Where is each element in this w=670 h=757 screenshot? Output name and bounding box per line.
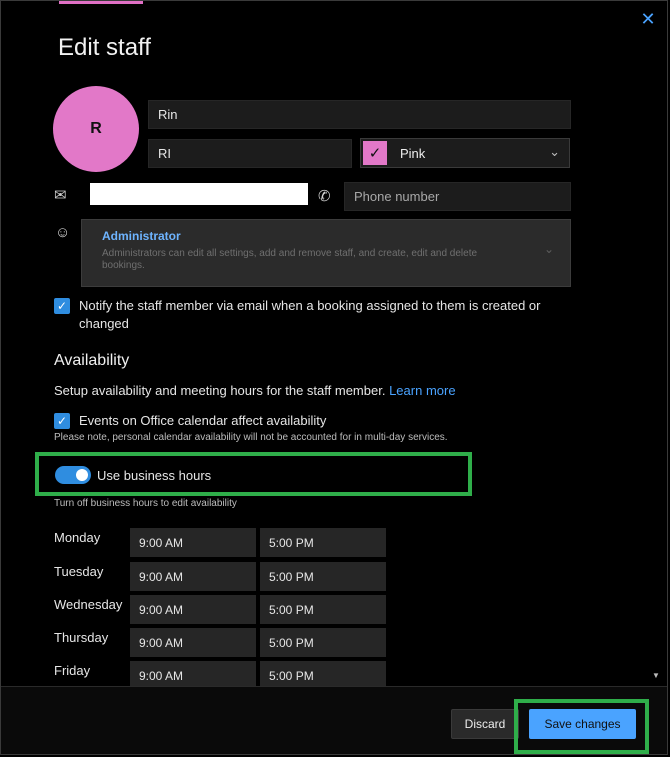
day-label-thursday: Thursday <box>54 630 109 645</box>
day-label-tuesday: Tuesday <box>54 564 104 579</box>
chevron-down-icon: ⌄ <box>543 242 554 256</box>
mail-icon: ✉ <box>54 187 67 204</box>
discard-button[interactable]: Discard <box>451 709 519 739</box>
day-label-monday: Monday <box>54 530 101 545</box>
start-time-wednesday[interactable]: 9:00 AM <box>130 595 256 624</box>
end-time-thursday[interactable]: 5:00 PM <box>260 628 386 657</box>
day-label-wednesday: Wednesday <box>54 597 123 612</box>
office-calendar-checkbox[interactable]: ✓ <box>54 413 70 429</box>
avatar[interactable]: R <box>53 86 139 172</box>
top-accent-bar <box>59 1 143 4</box>
person-icon: ☺ <box>55 224 71 241</box>
business-hours-note: Turn off business hours to edit availabi… <box>54 498 237 509</box>
end-time-wednesday[interactable]: 5:00 PM <box>260 595 386 624</box>
notify-label: Notify the staff member via email when a… <box>79 298 541 331</box>
color-swatch-check-icon: ✓ <box>363 141 387 165</box>
color-select[interactable]: ✓ Pink ⌄ <box>360 138 570 168</box>
chevron-down-icon: ⌄ <box>549 144 560 159</box>
save-changes-button[interactable]: Save changes <box>529 709 636 739</box>
phone-field[interactable]: Phone number <box>344 182 571 211</box>
availability-description-text: Setup availability and meeting hours for… <box>54 383 386 398</box>
edit-staff-dialog: ✕ Edit staff R Rin RI ✓ Pink ⌄ ✉ ✆ Phone… <box>0 0 668 755</box>
close-icon[interactable]: ✕ <box>638 9 658 29</box>
role-description: Administrators can edit all settings, ad… <box>102 248 478 271</box>
toggle-knob <box>76 469 88 481</box>
day-label-friday: Friday <box>54 663 91 678</box>
email-field[interactable] <box>90 183 308 205</box>
display-name-field[interactable]: Rin <box>148 100 571 129</box>
color-select-label: Pink <box>400 146 426 161</box>
dialog-title: Edit staff <box>58 34 151 61</box>
notify-checkbox[interactable]: ✓ <box>54 298 70 314</box>
role-select[interactable]: Administrator Administrators can edit al… <box>81 219 571 287</box>
business-hours-label: Use business hours <box>97 468 212 483</box>
availability-title: Availability <box>54 352 130 369</box>
start-time-tuesday[interactable]: 9:00 AM <box>130 562 256 591</box>
office-calendar-label: Events on Office calendar affect availab… <box>79 413 327 428</box>
availability-description: Setup availability and meeting hours for… <box>54 382 474 400</box>
start-time-monday[interactable]: 9:00 AM <box>130 528 256 557</box>
scroll-down-arrow-icon[interactable]: ▼ <box>652 671 660 680</box>
end-time-monday[interactable]: 5:00 PM <box>260 528 386 557</box>
scrollbar[interactable] <box>652 81 660 681</box>
end-time-tuesday[interactable]: 5:00 PM <box>260 562 386 591</box>
initials-field[interactable]: RI <box>148 139 352 168</box>
start-time-thursday[interactable]: 9:00 AM <box>130 628 256 657</box>
business-hours-toggle[interactable] <box>55 466 91 484</box>
learn-more-link[interactable]: Learn more <box>389 383 455 398</box>
office-calendar-note: Please note, personal calendar availabil… <box>54 432 448 443</box>
phone-icon: ✆ <box>318 188 331 205</box>
role-name: Administrator <box>102 229 181 243</box>
